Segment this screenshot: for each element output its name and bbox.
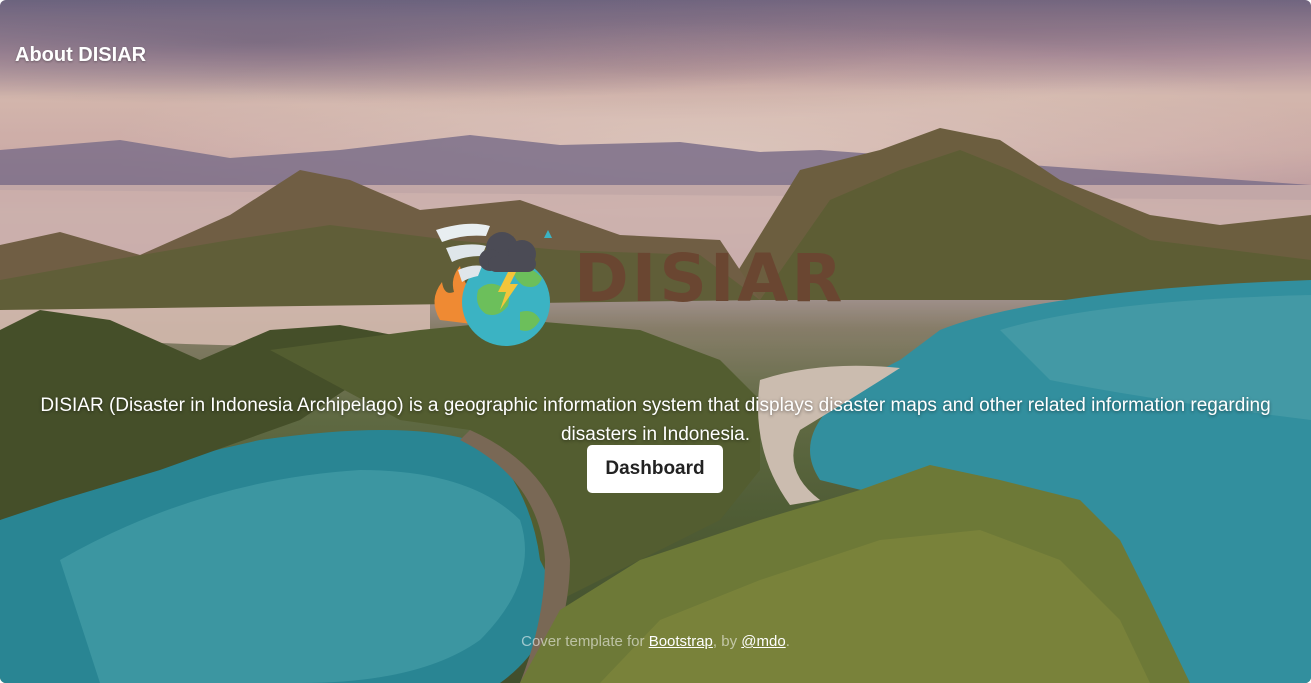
- earth-storm-icon: [434, 223, 552, 346]
- footer-suffix: .: [785, 633, 790, 650]
- footer-prefix: Cover template for: [521, 633, 649, 650]
- page-title: About DISIAR: [15, 44, 147, 66]
- brand-wordmark: DISIAR: [574, 240, 846, 317]
- footer-middle: , by: [712, 633, 742, 650]
- bootstrap-link[interactable]: Bootstrap: [649, 633, 713, 650]
- cover-background: About DISIAR DISIAR DISIAR (Disaster in …: [0, 0, 1311, 683]
- mdo-link[interactable]: @mdo: [741, 633, 785, 650]
- disiar-logo: DISIAR: [428, 220, 848, 350]
- footer: Cover template for Bootstrap, by @mdo.: [0, 633, 1311, 650]
- lead-description: DISIAR (Disaster in Indonesia Archipelag…: [40, 395, 1271, 445]
- dashboard-button[interactable]: Dashboard: [587, 445, 723, 493]
